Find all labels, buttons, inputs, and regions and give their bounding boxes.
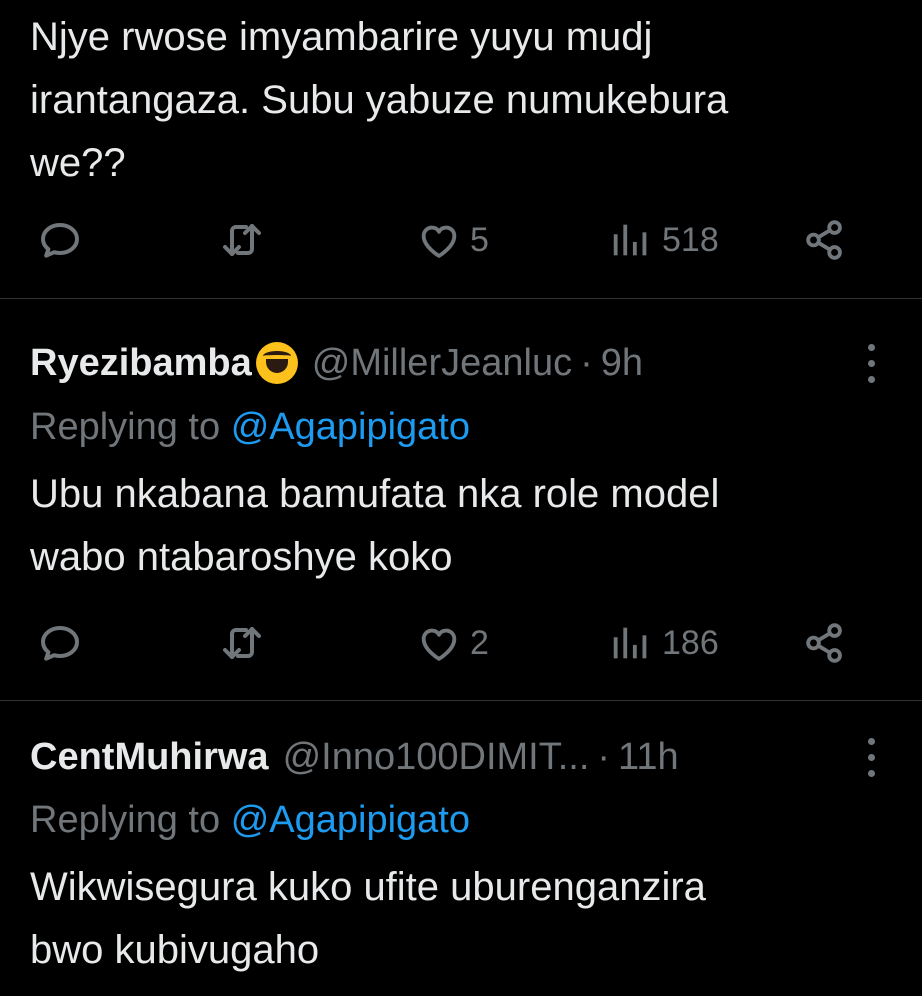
- like-button[interactable]: 2: [416, 618, 489, 668]
- divider: [0, 298, 922, 299]
- reply-icon: [41, 223, 79, 258]
- tweet-actions: 2 186: [0, 618, 922, 668]
- replying-prefix: Replying to: [30, 799, 221, 841]
- heart-icon: [421, 225, 457, 258]
- tweet-text: Njye rwose imyambarire yuyu mudj irantan…: [30, 15, 729, 185]
- share-button[interactable]: [802, 215, 848, 265]
- display-name[interactable]: Ryezibamba: [30, 342, 252, 385]
- user-handle[interactable]: @Inno100DIMIT...: [283, 736, 590, 779]
- share-icon: [806, 220, 842, 260]
- mention-link[interactable]: @Agapipigato: [231, 406, 470, 448]
- replying-to: Replying to @Agapipigato: [30, 402, 470, 452]
- display-name[interactable]: CentMuhirwa: [30, 736, 269, 779]
- views-icon: [613, 224, 647, 256]
- separator: ·: [597, 735, 611, 778]
- retweet-icon: [223, 627, 261, 659]
- heart-icon: [421, 628, 457, 661]
- tweet-actions: 5 518: [0, 215, 922, 265]
- retweet-button[interactable]: [218, 215, 266, 265]
- reply-icon: [41, 626, 79, 661]
- tweet-text: Wikwisegura kuko ufite uburenganzira bwo…: [30, 865, 706, 972]
- reply-button[interactable]: [36, 618, 84, 668]
- replying-to: Replying to @Agapipigato: [30, 795, 470, 845]
- views-icon: [613, 627, 647, 659]
- view-count: 186: [662, 623, 719, 662]
- more-icon[interactable]: [866, 344, 876, 384]
- rolling-on-floor-laughing-emoji: [255, 342, 298, 384]
- like-count: 5: [470, 220, 489, 259]
- tweet-text: Ubu nkabana bamufata nka role model wabo…: [30, 472, 720, 579]
- retweet-button[interactable]: [218, 618, 266, 668]
- like-button[interactable]: 5: [416, 215, 489, 265]
- more-icon[interactable]: [866, 738, 876, 778]
- share-icon: [806, 623, 842, 663]
- like-count: 2: [470, 623, 489, 662]
- tweet-header: Ryezibamba @MillerJeanluc · 9h: [30, 338, 892, 388]
- tweet-header: CentMuhirwa @Inno100DIMIT... · 11h: [30, 732, 892, 782]
- tweet-feed: Njye rwose imyambarire yuyu mudj irantan…: [0, 0, 922, 996]
- retweet-icon: [223, 224, 261, 256]
- views-button[interactable]: 186: [608, 618, 719, 668]
- timestamp[interactable]: 9h: [601, 342, 643, 385]
- divider: [0, 700, 922, 701]
- user-handle[interactable]: @MillerJeanluc: [312, 342, 572, 385]
- timestamp[interactable]: 11h: [618, 736, 679, 779]
- mention-link[interactable]: @Agapipigato: [231, 799, 470, 841]
- replying-prefix: Replying to: [30, 406, 221, 448]
- separator: ·: [580, 341, 593, 384]
- views-button[interactable]: 518: [608, 215, 719, 265]
- reply-button[interactable]: [36, 215, 84, 265]
- view-count: 518: [662, 220, 719, 259]
- share-button[interactable]: [802, 618, 848, 668]
